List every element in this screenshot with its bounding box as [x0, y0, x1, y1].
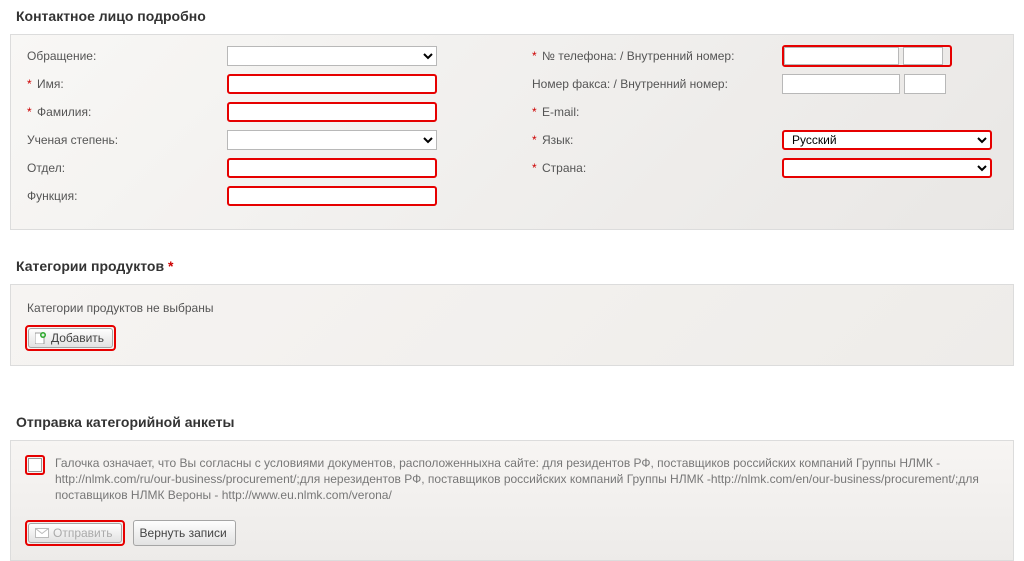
language-label: * Язык:	[532, 133, 782, 147]
envelope-icon	[35, 528, 49, 538]
categories-empty-text: Категории продуктов не выбраны	[25, 297, 999, 325]
categories-header: Категории продуктов *	[0, 250, 1024, 284]
degree-label: Ученая степень:	[27, 133, 227, 147]
country-label: * Страна:	[532, 161, 782, 175]
add-category-button[interactable]: Добавить	[28, 328, 113, 348]
send-label: Отправить	[53, 526, 113, 540]
contact-left-column: Обращение: * Имя: * Фамилия:	[27, 45, 492, 213]
department-input[interactable]	[227, 158, 437, 178]
function-input[interactable]	[227, 186, 437, 206]
submission-panel: Галочка означает, что Вы согласны с усло…	[10, 440, 1014, 561]
revert-button[interactable]: Вернуть записи	[133, 520, 236, 546]
consent-checkbox[interactable]	[28, 458, 42, 472]
add-icon	[35, 332, 47, 344]
email-label: * E-mail:	[532, 105, 782, 119]
fax-label: Номер факса: / Внутренний номер:	[532, 77, 782, 91]
submission-header: Отправка категорийной анкеты	[0, 406, 1024, 440]
fax-input[interactable]	[782, 74, 900, 94]
consent-text: Галочка означает, что Вы согласны с усло…	[55, 455, 999, 504]
lastname-input[interactable]	[227, 102, 437, 122]
department-label: Отдел:	[27, 161, 227, 175]
firstname-input[interactable]	[227, 74, 437, 94]
language-select[interactable]: Русский	[782, 130, 992, 150]
lastname-label: * Фамилия:	[27, 105, 227, 119]
add-category-label: Добавить	[51, 331, 104, 345]
phone-label: * № телефона: / Внутренний номер:	[532, 49, 782, 63]
phone-input[interactable]	[784, 47, 899, 65]
function-label: Функция:	[27, 189, 227, 203]
contact-detail-panel: Обращение: * Имя: * Фамилия:	[10, 34, 1014, 230]
country-select[interactable]	[782, 158, 992, 178]
send-button[interactable]: Отправить	[28, 523, 122, 543]
categories-panel: Категории продуктов не выбраны Добавить	[10, 284, 1014, 366]
salutation-label: Обращение:	[27, 49, 227, 63]
salutation-select[interactable]	[227, 46, 437, 66]
degree-select[interactable]	[227, 130, 437, 150]
contact-right-column: * № телефона: / Внутренний номер: Номер …	[532, 45, 997, 213]
fax-ext-input[interactable]	[904, 74, 946, 94]
revert-label: Вернуть записи	[140, 526, 227, 540]
firstname-label: * Имя:	[27, 77, 227, 91]
phone-ext-input[interactable]	[903, 47, 943, 65]
contact-detail-header: Контактное лицо подробно	[0, 0, 1024, 34]
